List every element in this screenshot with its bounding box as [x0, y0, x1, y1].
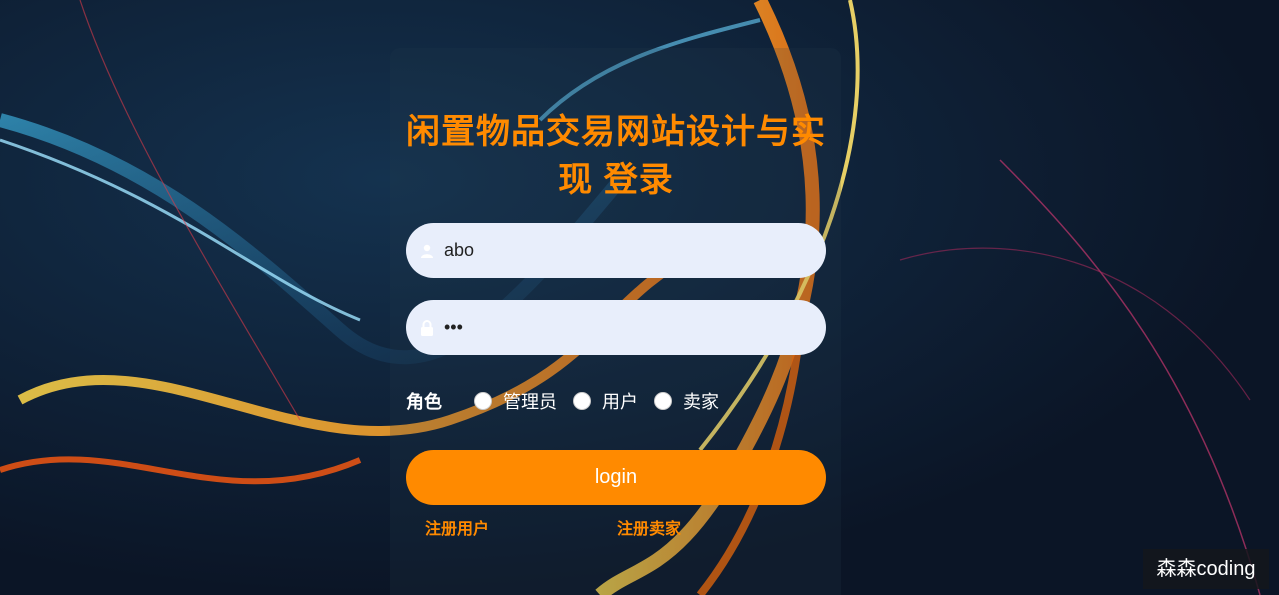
role-option-admin-label: 管理员 [503, 392, 557, 412]
register-seller-link[interactable]: 注册卖家 [617, 515, 681, 539]
role-option-seller[interactable]: 卖家 [654, 388, 719, 414]
register-user-link[interactable]: 注册用户 [425, 515, 489, 539]
username-input[interactable] [444, 223, 814, 278]
radio-button-seller[interactable] [654, 392, 672, 410]
role-selector: 角色 管理员 用户 卖家 [406, 386, 735, 416]
role-option-admin[interactable]: 管理员 [474, 388, 557, 414]
role-option-user-label: 用户 [602, 392, 638, 412]
radio-button-user[interactable] [573, 392, 591, 410]
password-input[interactable] [444, 300, 814, 355]
user-icon [421, 244, 433, 258]
role-option-user[interactable]: 用户 [573, 388, 638, 414]
login-page: 闲置物品交易网站设计与实现 登录 角色 管理员 用户 卖家 login 注册用户 [0, 0, 1279, 595]
password-field[interactable] [406, 300, 826, 355]
role-label: 角色 [406, 392, 442, 412]
role-option-seller-label: 卖家 [683, 392, 719, 412]
username-field[interactable] [406, 223, 826, 278]
page-title: 闲置物品交易网站设计与实现 登录 [406, 113, 826, 199]
lock-icon [421, 319, 433, 336]
login-button[interactable]: login [406, 450, 826, 505]
radio-button-admin[interactable] [474, 392, 492, 410]
watermark: 森森coding [1143, 549, 1269, 589]
